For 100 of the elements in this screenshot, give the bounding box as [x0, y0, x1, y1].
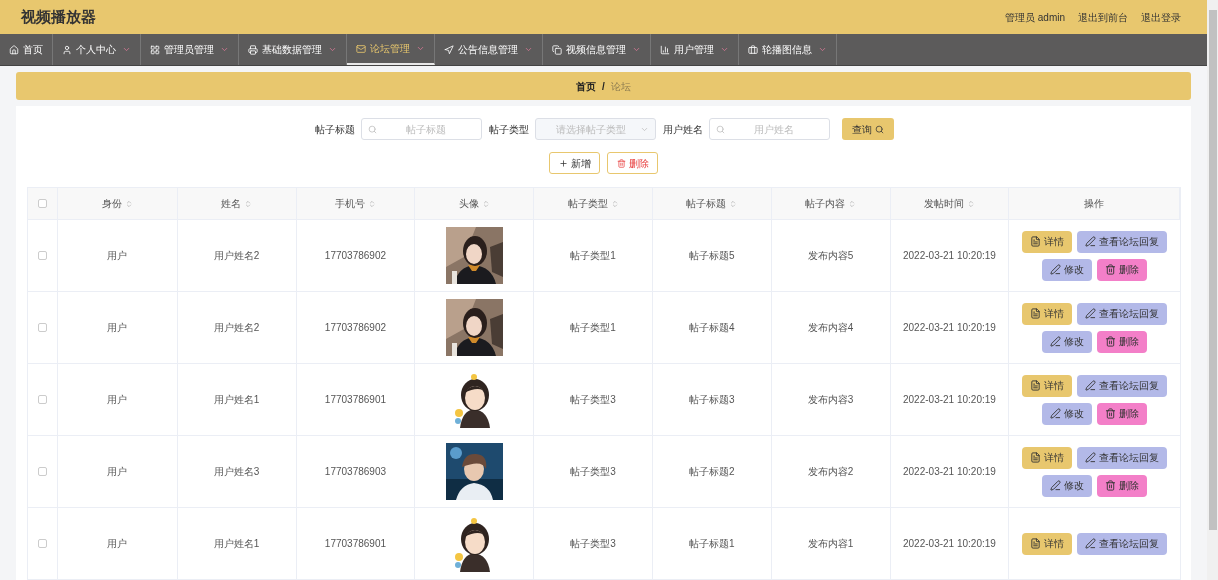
- pen-icon: [1050, 264, 1062, 275]
- printer-icon: [248, 44, 258, 55]
- app-title: 视频播放器: [21, 6, 96, 27]
- column-header[interactable]: 姓名: [221, 196, 242, 211]
- column-header[interactable]: 身份: [101, 196, 122, 211]
- document-icon: [1030, 380, 1042, 391]
- nav-tab[interactable]: 基础数据管理: [239, 34, 347, 65]
- table-cell-text: 用户姓名2: [213, 321, 260, 335]
- nav-tab[interactable]: 用户管理: [651, 34, 739, 65]
- delete-button[interactable]: 删除: [1097, 474, 1148, 497]
- delete-button[interactable]: 删除: [1097, 330, 1148, 353]
- chevron-icon: [632, 45, 641, 54]
- delete-button[interactable]: 删除: [1097, 402, 1148, 425]
- delete-button[interactable]: 删除: [607, 152, 658, 174]
- nav-tab[interactable]: 首页: [0, 34, 53, 65]
- reply-button[interactable]: 查看论坛回复: [1077, 532, 1168, 555]
- table-cell-text: 用户姓名1: [213, 537, 260, 551]
- sort-icon[interactable]: [244, 199, 253, 208]
- table-cell-text: 发布内容2: [807, 465, 854, 479]
- nav-tab[interactable]: 轮播图信息: [739, 34, 837, 65]
- column-header[interactable]: 帖子内容: [805, 196, 846, 211]
- table-cell-text: 17703786903: [324, 465, 387, 479]
- table-cell-text: 帖子类型1: [570, 249, 616, 263]
- nav-tab[interactable]: 管理员管理: [141, 34, 239, 65]
- table-cell-text: 2022-03-21 10:20:19: [903, 537, 996, 551]
- column-header[interactable]: 手机号: [334, 196, 365, 211]
- search-icon: [874, 124, 884, 134]
- nav-tab[interactable]: 公告信息管理: [435, 34, 543, 65]
- nav-tab[interactable]: 个人中心: [53, 34, 141, 65]
- reply-button[interactable]: 查看论坛回复: [1077, 446, 1168, 469]
- checkbox[interactable]: [37, 199, 47, 208]
- checkbox[interactable]: [37, 539, 47, 548]
- edit-button[interactable]: 修改: [1042, 258, 1093, 281]
- document-icon: [1030, 236, 1042, 247]
- user-icon: [62, 44, 72, 55]
- nav-tab[interactable]: 论坛管理: [347, 34, 435, 65]
- reply-button[interactable]: 查看论坛回复: [1077, 374, 1168, 397]
- sort-icon[interactable]: [124, 199, 133, 208]
- edit-button[interactable]: 修改: [1042, 474, 1093, 497]
- chevron-icon: [122, 45, 131, 54]
- delete-button[interactable]: 删除: [1097, 258, 1148, 281]
- edit-button[interactable]: 修改: [1042, 402, 1093, 425]
- detail-button[interactable]: 详情: [1022, 532, 1073, 555]
- scrollbar[interactable]: [1207, 0, 1218, 580]
- sort-icon[interactable]: [848, 199, 857, 208]
- trash-icon: [1105, 264, 1117, 275]
- field-label: 帖子标题: [314, 122, 355, 137]
- reply-button[interactable]: 查看论坛回复: [1077, 230, 1168, 253]
- detail-button[interactable]: 详情: [1022, 302, 1073, 325]
- query-button[interactable]: 查询: [841, 118, 894, 140]
- checkbox[interactable]: [37, 251, 47, 260]
- table-cell-text: 2022-03-21 10:20:19: [903, 393, 996, 407]
- edit-button[interactable]: 修改: [1042, 330, 1093, 353]
- sort-icon[interactable]: [729, 199, 738, 208]
- grid-icon: [150, 44, 160, 55]
- table-cell-text: 2022-03-21 10:20:19: [903, 321, 996, 335]
- reply-button[interactable]: 查看论坛回复: [1077, 302, 1168, 325]
- table-cell-text: 17703786902: [324, 321, 387, 335]
- table-cell-text: 帖子类型3: [570, 537, 616, 551]
- table-cell-text: 2022-03-21 10:20:19: [903, 465, 996, 479]
- pen-icon: [1085, 380, 1097, 391]
- sort-icon[interactable]: [367, 199, 376, 208]
- sort-icon[interactable]: [966, 199, 975, 208]
- chevron-icon: [720, 45, 729, 54]
- column-header[interactable]: 帖子类型: [567, 196, 608, 211]
- column-header[interactable]: 发帖时间: [923, 196, 964, 211]
- document-icon: [1030, 452, 1042, 463]
- breadcrumb-link[interactable]: 首页: [576, 78, 597, 94]
- table-cell-text: 用户姓名2: [213, 249, 260, 263]
- column-header[interactable]: 帖子标题: [686, 196, 727, 211]
- table-cell-text: 发布内容5: [807, 249, 854, 263]
- document-icon: [1030, 538, 1042, 549]
- table-cell-text: 帖子类型3: [570, 465, 616, 479]
- table-cell-text: 帖子标题5: [689, 249, 735, 263]
- field-label: 帖子类型: [488, 122, 529, 137]
- table-cell-text: 用户: [107, 537, 128, 551]
- home-icon: [9, 44, 19, 55]
- checkbox[interactable]: [37, 467, 47, 476]
- scrollbar-thumb[interactable]: [1208, 10, 1217, 530]
- trash-icon: [1105, 480, 1117, 491]
- checkbox[interactable]: [37, 323, 47, 332]
- header-link[interactable]: 退出到前台: [1078, 9, 1128, 25]
- plus-icon: [558, 158, 568, 168]
- detail-button[interactable]: 详情: [1022, 230, 1073, 253]
- add-button[interactable]: 新增: [549, 152, 600, 174]
- chevron-icon: [818, 45, 827, 54]
- checkbox[interactable]: [37, 395, 47, 404]
- header-link[interactable]: 退出登录: [1141, 9, 1181, 25]
- table-cell-text: 用户: [107, 393, 128, 407]
- detail-button[interactable]: 详情: [1022, 374, 1073, 397]
- envelope-icon: [356, 43, 366, 54]
- detail-button[interactable]: 详情: [1022, 446, 1073, 469]
- sort-icon[interactable]: [610, 199, 619, 208]
- chevron-icon: [220, 45, 229, 54]
- pen-icon: [1085, 236, 1097, 247]
- table-cell-text: 帖子标题1: [689, 537, 735, 551]
- sort-icon[interactable]: [481, 199, 490, 208]
- nav-tab[interactable]: 视频信息管理: [543, 34, 651, 65]
- column-header[interactable]: 头像: [458, 196, 479, 211]
- pen-icon: [1085, 308, 1097, 319]
